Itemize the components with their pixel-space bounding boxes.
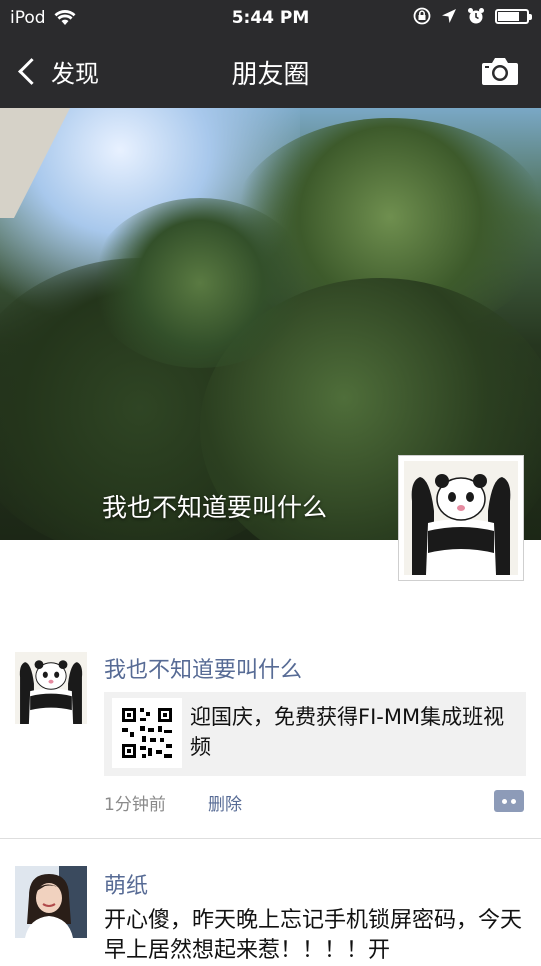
camera-icon (482, 58, 518, 85)
comment-icon (511, 799, 516, 804)
status-bar: iPod 5:44 PM (0, 0, 541, 36)
cover-user-name: 我也不知道要叫什么 (102, 493, 328, 522)
post-divider (0, 838, 541, 839)
comment-button[interactable] (494, 790, 524, 812)
nav-bar: 发现 朋友圈 (0, 36, 541, 108)
panda-avatar-icon[interactable] (15, 652, 87, 724)
profile-avatar[interactable] (398, 455, 524, 581)
link-title: 迎国庆，免费获得FI-MM集成班视频 (190, 705, 505, 759)
user-photo-avatar-icon[interactable] (15, 866, 87, 938)
post-time: 1分钟前 (104, 795, 166, 815)
cover-foliage (90, 198, 310, 368)
location-icon (442, 9, 456, 23)
post-author[interactable]: 萌纸 (104, 868, 148, 900)
page-title: 朋友圈 (231, 60, 310, 90)
delete-button[interactable]: 删除 (208, 790, 242, 815)
comment-icon (502, 799, 507, 804)
post-text: 开心傻，昨天晚上忘记手机锁屏密码，今天早上居然想起来惹！！！！开 (104, 908, 523, 963)
status-right (413, 7, 532, 25)
post-author[interactable]: 我也不知道要叫什么 (104, 652, 302, 684)
link-card[interactable]: 迎国庆，免费获得FI-MM集成班视频 (104, 692, 526, 776)
battery-fill (498, 11, 519, 21)
camera-button[interactable] (481, 56, 519, 90)
battery-icon (495, 8, 532, 24)
rotation-lock-icon (413, 7, 431, 25)
qr-code-icon (112, 698, 182, 768)
alarm-icon (468, 8, 484, 24)
panda-avatar-icon (404, 461, 518, 575)
